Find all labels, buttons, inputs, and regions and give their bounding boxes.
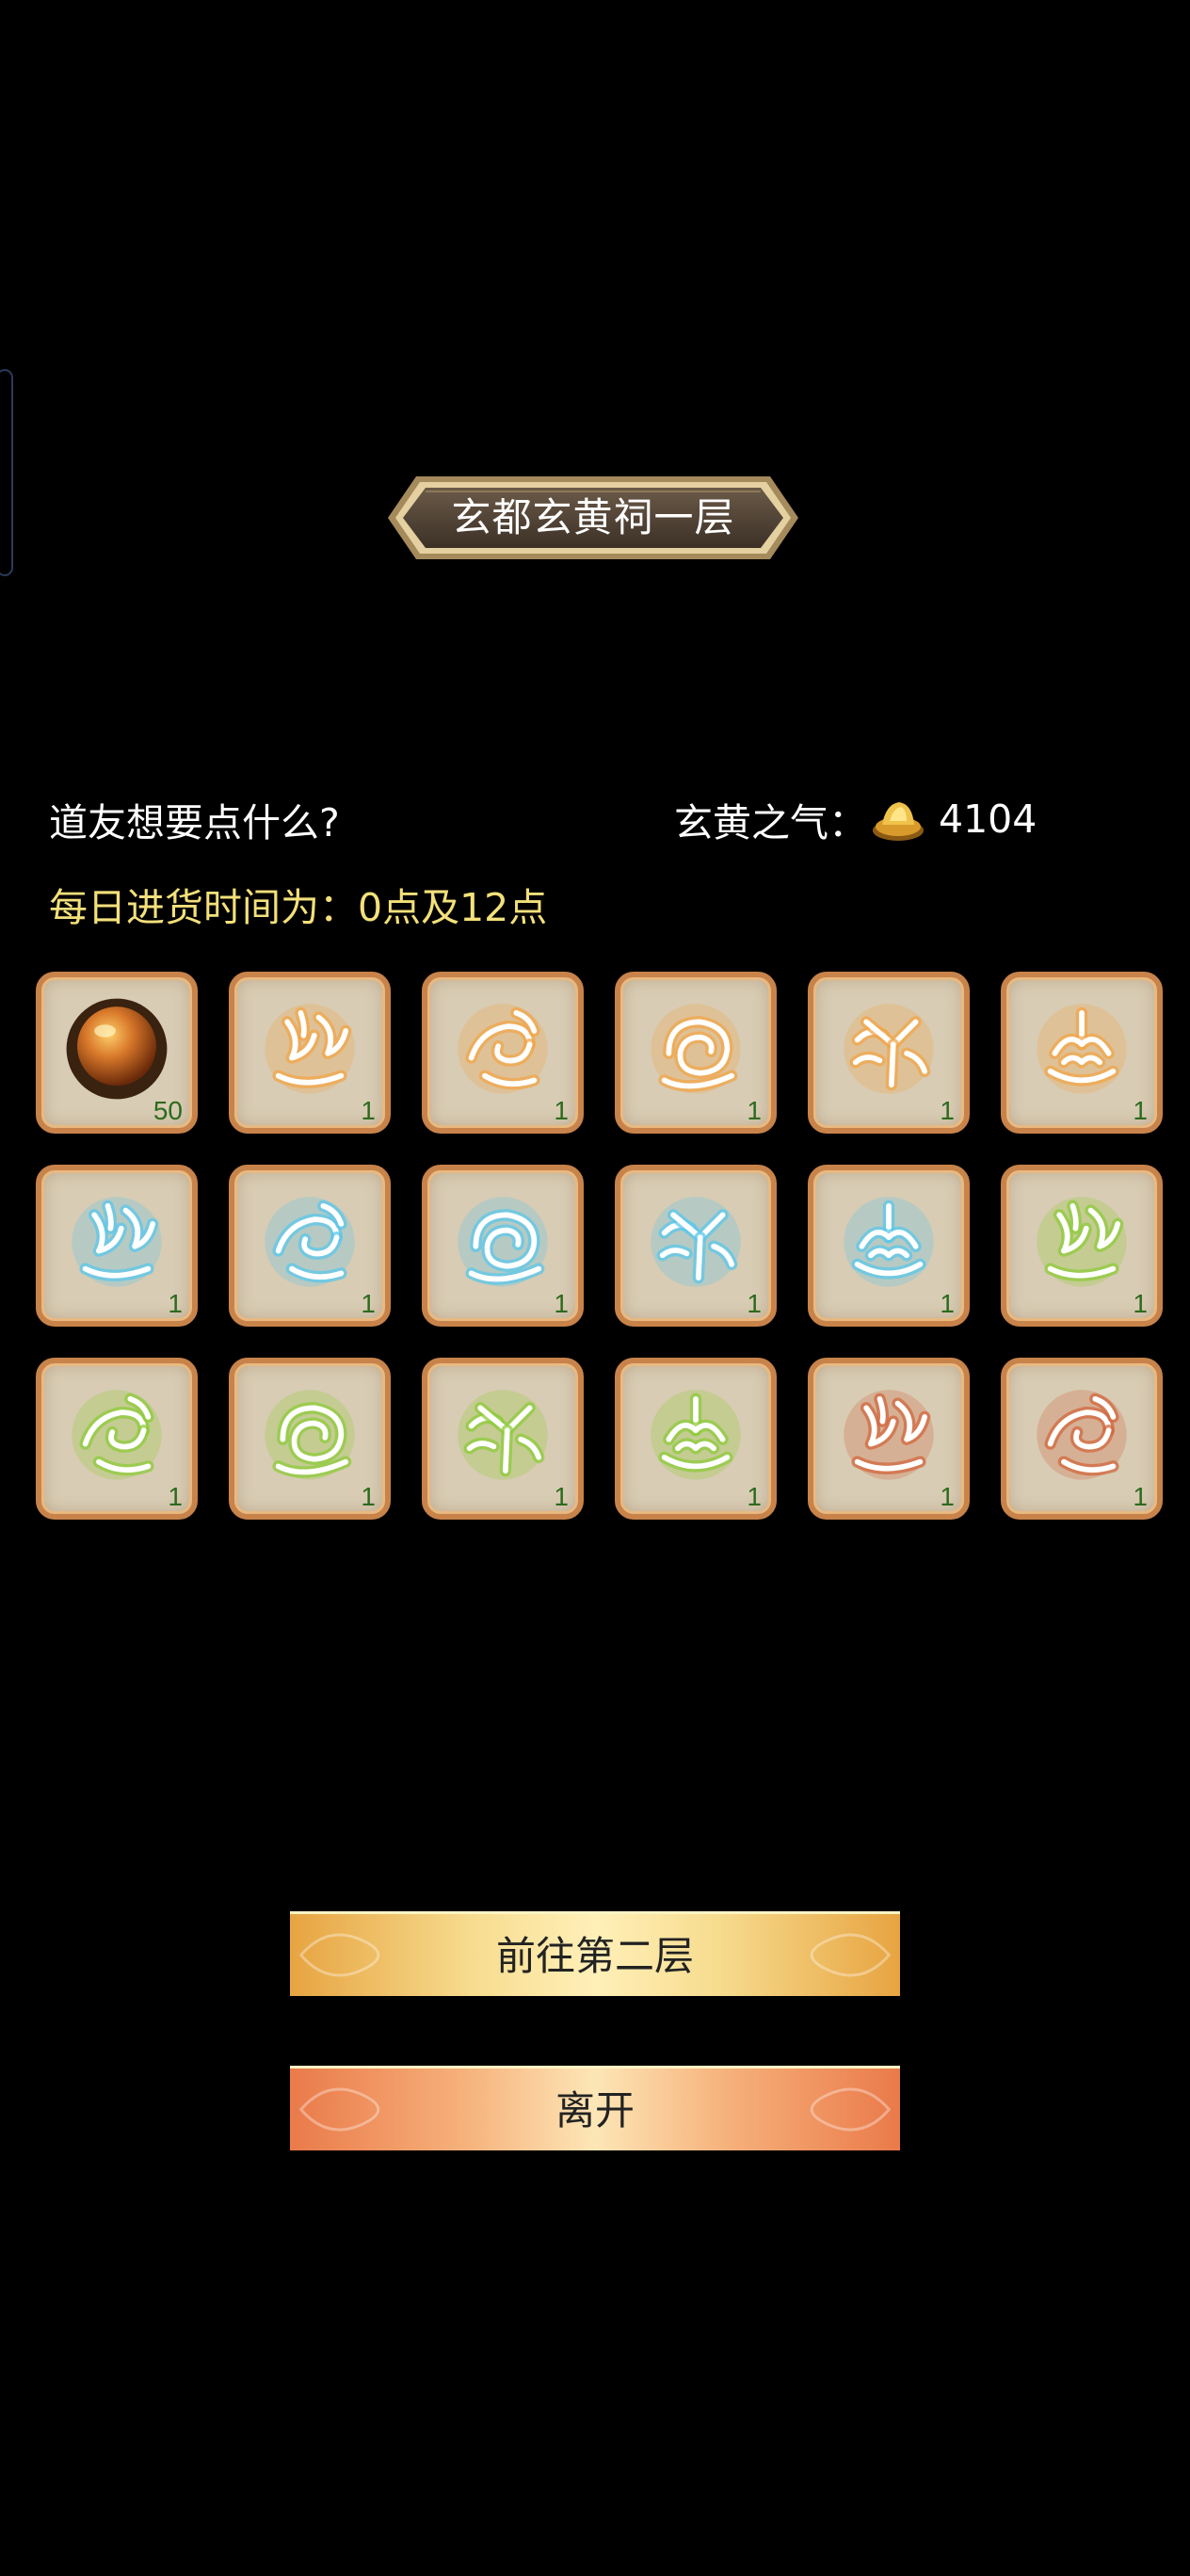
rune-claw-icon — [651, 1197, 741, 1287]
item-slot[interactable]: 1 — [422, 972, 584, 1134]
item-slot[interactable]: 1 — [615, 1358, 777, 1520]
item-slot[interactable]: 1 — [229, 1165, 391, 1327]
title-plaque: 玄都玄黄祠一层 — [388, 469, 798, 567]
item-count: 1 — [554, 1289, 569, 1318]
item-count: 1 — [747, 1096, 762, 1125]
page-title: 玄都玄黄祠一层 — [451, 494, 735, 540]
item-grid: 50 1 1 1 1 1 1 1 1 1 1 1 1 1 1 1 1 1 — [36, 972, 1163, 1520]
next-floor-label: 前往第二层 — [495, 1933, 694, 1979]
item-count: 1 — [747, 1289, 762, 1318]
gold-ingot-icon — [873, 802, 924, 841]
item-slot[interactable]: 1 — [1001, 1358, 1163, 1520]
item-slot[interactable]: 1 — [422, 1358, 584, 1520]
item-count: 1 — [940, 1289, 955, 1318]
item-slot[interactable]: 1 — [1001, 972, 1163, 1134]
leave-label: 离开 — [555, 2087, 635, 2133]
item-count: 1 — [554, 1482, 569, 1511]
currency-amount: 4104 — [939, 797, 1037, 842]
item-count: 1 — [1133, 1482, 1148, 1511]
item-slot[interactable]: 1 — [229, 1358, 391, 1520]
shop-prompt: 道友想要点什么? — [49, 800, 340, 845]
leave-button[interactable]: 离开 — [290, 2066, 900, 2150]
rune-flame-icon — [1037, 1197, 1127, 1287]
rune-crown-icon — [1037, 1004, 1127, 1094]
cloud-ornament-icon — [298, 1933, 380, 1977]
cloud-ornament-icon — [810, 2087, 892, 2132]
rune-spiral-icon — [651, 1004, 741, 1094]
rune-flame-icon — [265, 1004, 355, 1094]
rune-flame-icon — [72, 1197, 162, 1287]
rune-crown-icon — [651, 1390, 741, 1480]
currency-label: 玄黄之气： — [674, 800, 867, 845]
next-floor-button[interactable]: 前往第二层 — [290, 1911, 900, 1996]
item-count: 1 — [361, 1096, 376, 1125]
item-slot[interactable]: 1 — [422, 1165, 584, 1327]
currency-display: 玄黄之气： 4104 — [674, 791, 1037, 847]
side-drawer-handle[interactable] — [0, 369, 13, 576]
item-count: 1 — [168, 1482, 183, 1511]
item-count: 50 — [153, 1096, 183, 1125]
item-slot[interactable]: 1 — [36, 1358, 198, 1520]
rune-crown-icon — [844, 1197, 934, 1287]
item-slot[interactable]: 1 — [808, 1165, 970, 1327]
cloud-ornament-icon — [810, 1933, 892, 1977]
rune-flame-icon — [844, 1390, 934, 1480]
item-count: 1 — [1133, 1289, 1148, 1318]
restock-schedule: 每日进货时间为：0点及12点 — [49, 885, 548, 930]
item-slot[interactable]: 1 — [229, 972, 391, 1134]
rune-swirl-icon — [1037, 1390, 1127, 1480]
rune-swirl-icon — [458, 1004, 548, 1094]
rune-spiral-icon — [265, 1390, 355, 1480]
item-slot[interactable]: 1 — [615, 1165, 777, 1327]
rune-spiral-icon — [458, 1197, 548, 1287]
rune-claw-icon — [458, 1390, 548, 1480]
item-count: 1 — [940, 1482, 955, 1511]
item-slot[interactable]: 1 — [808, 972, 970, 1134]
item-count: 1 — [747, 1482, 762, 1511]
item-count: 1 — [554, 1096, 569, 1125]
rune-swirl-icon — [265, 1197, 355, 1287]
rune-swirl-icon — [72, 1390, 162, 1480]
item-slot[interactable]: 1 — [1001, 1165, 1163, 1327]
item-slot[interactable]: 1 — [615, 972, 777, 1134]
amber-orb-icon — [66, 998, 168, 1100]
item-count: 1 — [940, 1096, 955, 1125]
item-count: 1 — [361, 1289, 376, 1318]
item-count: 1 — [168, 1289, 183, 1318]
item-slot[interactable]: 50 — [36, 972, 198, 1134]
rune-claw-icon — [844, 1004, 934, 1094]
cloud-ornament-icon — [298, 2087, 380, 2132]
item-slot[interactable]: 1 — [808, 1358, 970, 1520]
item-count: 1 — [1133, 1096, 1148, 1125]
item-slot[interactable]: 1 — [36, 1165, 198, 1327]
item-count: 1 — [361, 1482, 376, 1511]
